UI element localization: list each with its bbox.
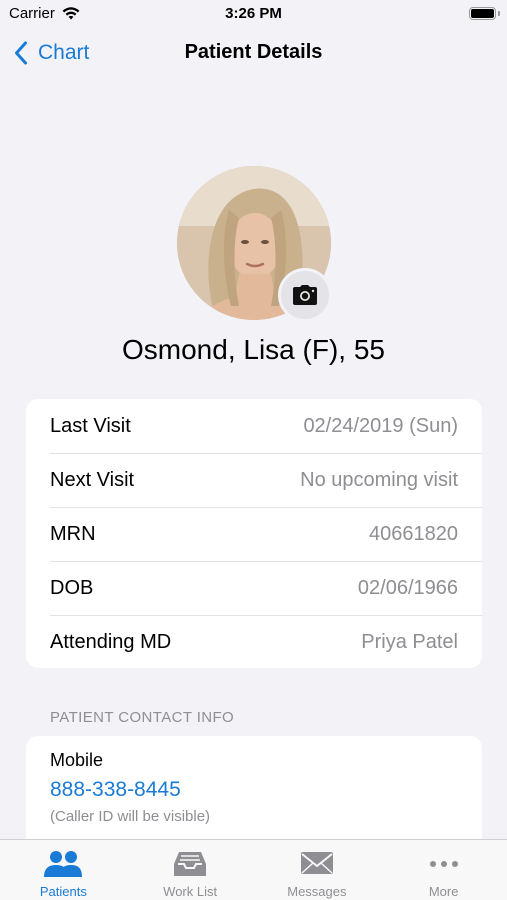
tab-work-list[interactable]: Work List [127,840,254,900]
phone-link[interactable]: 888-338-8445 [50,778,181,802]
contact-label: Mobile [50,750,104,770]
details-row-dob: DOB 02/06/1966 [26,561,482,615]
patients-icon [44,851,83,877]
row-value: 02/06/1966 [357,576,458,599]
tab-patients[interactable]: Patients [0,840,127,900]
details-row-attending-md: Attending MD Priya Patel [26,615,482,668]
patient-name: Osmond, Lisa (F), 55 [122,334,385,365]
row-value: Priya Patel [361,630,458,653]
status-bar: Carrier 3:26 PM [0,0,507,28]
row-label: Next Visit [50,468,135,491]
row-label: Last Visit [50,414,131,437]
tab-label: Work List [163,884,218,899]
avatar-container [177,166,332,322]
row-value: 40661820 [369,522,458,545]
details-row-last-visit: Last Visit 02/24/2019 (Sun) [26,399,482,453]
envelope-icon [300,852,333,874]
camera-icon [293,285,317,305]
caller-id-note: (Caller ID will be visible) [50,808,211,825]
tab-label: Messages [287,884,347,899]
status-time: 3:26 PM [225,5,282,22]
change-photo-button[interactable] [278,268,332,322]
tab-label: Patients [39,884,87,899]
row-value: 02/24/2019 (Sun) [303,414,458,437]
section-header-contact: PATIENT CONTACT INFO [50,709,235,726]
tab-messages[interactable]: Messages [254,840,381,900]
tab-more[interactable]: More [380,840,507,900]
patient-details-card: Last Visit 02/24/2019 (Sun) Next Visit N… [26,399,482,668]
battery-icon [469,7,496,20]
row-value: No upcoming visit [300,468,458,491]
row-label: Attending MD [50,630,172,653]
battery-nub [498,11,500,16]
inbox-tray-icon [174,852,207,876]
ellipsis-icon [429,861,458,867]
row-label: MRN [50,522,96,545]
navigation-bar: Chart Patient Details [0,28,507,78]
row-label: DOB [50,576,94,599]
page-title: Patient Details [184,41,323,63]
details-row-next-visit: Next Visit No upcoming visit [26,453,482,507]
tab-bar: Patients Work List Messages More [0,839,507,900]
details-row-mrn: MRN 40661820 [26,507,482,561]
tab-label: More [428,884,459,899]
